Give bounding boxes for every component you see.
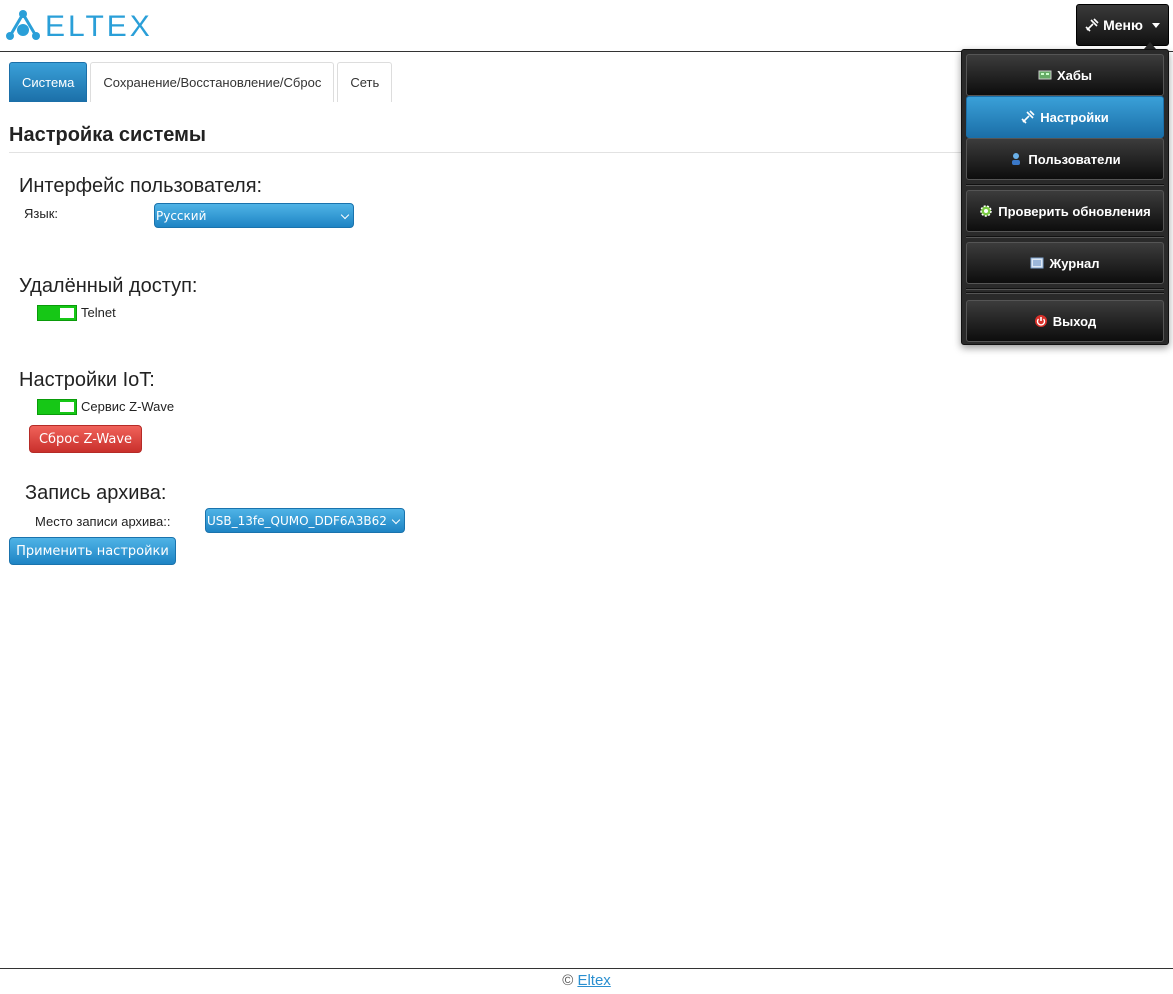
menu-item-label: Выход: [1052, 313, 1097, 329]
power-icon: [1034, 315, 1047, 327]
section-heading-archive: Запись архива:: [25, 482, 167, 504]
journal-icon: [1030, 257, 1044, 269]
language-label: Язык:: [24, 206, 58, 221]
menu-item-settings[interactable]: Настройки: [966, 96, 1164, 138]
zwave-toggle[interactable]: [37, 399, 77, 415]
tab-backup-restore-reset[interactable]: Сохранение/Восстановление/Сброс: [90, 62, 335, 102]
menu-divider: [966, 292, 1164, 294]
menu-item-users[interactable]: Пользователи: [966, 138, 1164, 180]
menu-divider: [966, 288, 1164, 290]
reset-zwave-button[interactable]: Сброс Z-Wave: [29, 425, 142, 453]
toggle-knob: [60, 308, 74, 318]
menu-item-logout[interactable]: Выход: [966, 300, 1164, 342]
archive-location-value: USB_13fe_QUMO_DDF6A3B62: [207, 513, 386, 528]
section-heading-ui: Интерфейс пользователя:: [19, 175, 263, 197]
eltex-footer-link[interactable]: Eltex: [577, 972, 610, 989]
title-divider: [9, 152, 964, 153]
language-select-value: Русский: [156, 208, 207, 223]
menu-button-label: Меню: [1103, 17, 1143, 33]
menu-item-label: Настройки: [1040, 109, 1109, 125]
hub-icon: [1038, 70, 1052, 80]
menu-item-label: Хабы: [1056, 67, 1093, 83]
users-icon: [1012, 153, 1021, 165]
tools-icon: [1085, 18, 1099, 32]
menu-item-journal[interactable]: Журнал: [966, 242, 1164, 284]
eltex-logo[interactable]: ELTEX: [5, 9, 160, 43]
svg-text:ELTEX: ELTEX: [45, 10, 153, 43]
section-heading-iot: Настройки IoT:: [19, 369, 155, 391]
menu-item-label: Пользователи: [1028, 151, 1121, 167]
language-select[interactable]: Русский: [154, 203, 354, 228]
menu-button[interactable]: Меню: [1076, 4, 1169, 46]
menu-item-label: Журнал: [1049, 255, 1100, 271]
toggle-knob: [60, 402, 74, 412]
chevron-down-icon: [391, 515, 401, 525]
chevron-down-icon: [1151, 22, 1160, 28]
footer-divider: [0, 968, 1173, 969]
dropdown-arrow: [1144, 42, 1156, 49]
menu-item-check-updates[interactable]: Проверить обновления: [966, 190, 1164, 232]
apply-settings-button[interactable]: Применить настройки: [9, 537, 176, 565]
main-menu-dropdown: Хабы Настройки Пользователи Проверить об…: [961, 49, 1169, 345]
copyright-symbol: ©: [562, 972, 574, 989]
zwave-label: Сервис Z-Wave: [81, 399, 175, 414]
telnet-label: Telnet: [81, 305, 116, 320]
menu-divider: [966, 184, 1164, 186]
tab-network[interactable]: Сеть: [337, 62, 393, 102]
tab-bar: Система Сохранение/Восстановление/Сброс …: [9, 62, 393, 102]
header-bar: ELTEX Меню: [0, 0, 1173, 52]
menu-item-label: Проверить обновления: [998, 203, 1151, 219]
menu-divider: [966, 236, 1164, 238]
telnet-toggle[interactable]: [37, 305, 77, 321]
tab-system[interactable]: Система: [9, 62, 88, 102]
archive-location-label: Место записи архива::: [35, 514, 171, 529]
footer: © Eltex: [0, 972, 1173, 989]
archive-location-select[interactable]: USB_13fe_QUMO_DDF6A3B62: [205, 508, 405, 533]
tools-icon: [1021, 110, 1035, 124]
page-title: Настройка системы: [9, 124, 206, 146]
update-gear-icon: [980, 205, 992, 217]
section-heading-remote: Удалённый доступ:: [19, 275, 198, 297]
menu-item-hubs[interactable]: Хабы: [966, 54, 1164, 96]
chevron-down-icon: [340, 210, 350, 220]
